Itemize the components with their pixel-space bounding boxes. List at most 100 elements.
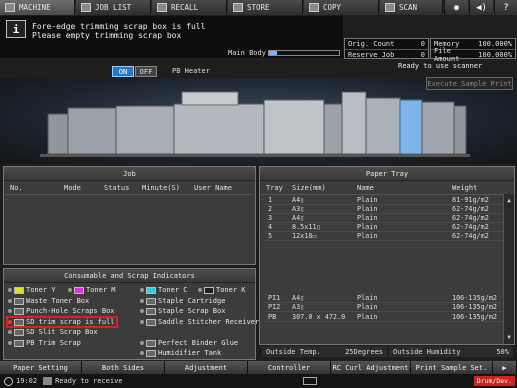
tray-cell-size: A3▯	[292, 205, 305, 213]
consumables-panel: Consumable and Scrap Indicators Toner Y …	[3, 268, 259, 360]
indicator-label: Toner K	[216, 286, 246, 294]
adjustment-button[interactable]: Adjustment	[165, 361, 248, 374]
tab-job-list[interactable]: JOB LIST	[76, 0, 151, 15]
tray-cell-weight: 81-91g/m2	[452, 196, 489, 204]
tab-label: JOB LIST	[95, 3, 132, 12]
machine-icon	[5, 3, 15, 12]
tray-cell-name: Plain	[357, 205, 378, 213]
tray-cell-name: Plain	[357, 232, 378, 240]
tray-cell-tray: 5	[268, 232, 273, 240]
volume-icon[interactable]: ◀)	[469, 0, 493, 15]
box-icon	[14, 297, 24, 305]
paper-tray-panel: Paper Tray Tray Size(mm) Name Weight 1 A4…	[259, 166, 515, 345]
tray-cell-tray: PI2	[268, 303, 281, 311]
tab-copy[interactable]: COPY	[304, 0, 379, 15]
indicator-label: Punch-Hole Scraps Box	[26, 307, 115, 315]
next-arrow-icon[interactable]: ▶	[493, 361, 517, 374]
drum-dev-badge[interactable]: Drum/Dev.	[473, 376, 515, 386]
paper-setting-button[interactable]: Paper Setting	[0, 361, 82, 374]
scroll-down-icon[interactable]: ▼	[505, 333, 513, 341]
job-col-no: No.	[10, 184, 23, 192]
print-sample-set-button[interactable]: Print Sample Set.	[411, 361, 493, 374]
memory-value: 100.000%	[478, 40, 512, 48]
indicator-label: Waste Toner Box	[26, 297, 90, 305]
toner-icon	[146, 286, 156, 294]
tray-cell-name: Plain	[357, 223, 378, 231]
glue-icon	[146, 339, 156, 347]
bottom-button-bar: Paper Setting Both Sides Adjustment Cont…	[0, 361, 517, 374]
tab-recall[interactable]: RECALL	[152, 0, 227, 15]
globe-icon[interactable]: ◉	[444, 0, 468, 15]
tray-cell-size: A4▯	[292, 196, 305, 204]
tab-label: SCAN	[399, 3, 418, 12]
clock-time: 19:02	[16, 377, 38, 385]
status-dot	[140, 351, 144, 355]
job-list-icon	[81, 3, 91, 12]
status-dot	[8, 309, 12, 313]
file-amount-row: File Amount 100.000%	[431, 47, 515, 63]
staple-icon	[146, 297, 156, 305]
pb-heater-on-button[interactable]: ON	[112, 66, 134, 77]
tab-machine[interactable]: MACHINE	[0, 0, 75, 15]
tray-scrollbar[interactable]: ▲ ▼	[503, 194, 514, 344]
tray-cell-weight: 62-74g/m2	[452, 205, 489, 213]
tab-label: MACHINE	[19, 3, 51, 12]
indicator-label: Staple Cartridge	[158, 297, 226, 305]
tray-cell-weight: 62-74g/m2	[452, 214, 489, 222]
tray-cell-name: Plain	[357, 294, 378, 302]
toner-icon	[204, 286, 214, 294]
help-icon[interactable]: ?	[494, 0, 517, 15]
indicator-waste-toner-box: Waste Toner Box	[8, 297, 89, 305]
table-row[interactable]: 2 A3▯ Plain 62-74g/m2	[262, 205, 502, 214]
indicator-staple-cartridge: Staple Cartridge	[140, 297, 225, 305]
both-sides-button[interactable]: Both Sides	[82, 361, 165, 374]
printer-icon	[43, 377, 53, 385]
counter-table-left: Orig. Count 0 Reserve Job 0	[344, 38, 429, 59]
table-row[interactable]: PI1 A4▯ Plain 106-135g/m2	[262, 294, 502, 303]
toner-icon	[14, 286, 24, 294]
tray-cell-size: A4▯	[292, 294, 305, 302]
consumables-panel-title: Consumable and Scrap Indicators	[4, 269, 255, 283]
job-col-status: Status	[104, 184, 130, 192]
recall-icon	[157, 3, 167, 12]
table-row[interactable]: 4 8.5x11▯ Plain 62-74g/m2	[262, 223, 502, 232]
tray-cell-tray: 4	[268, 223, 273, 231]
table-row[interactable]: 3 A4▯ Plain 62-74g/m2	[262, 214, 502, 223]
indicator-toner-y: Toner Y	[8, 286, 56, 294]
tab-scan[interactable]: SCAN	[380, 0, 443, 15]
keyboard-icon[interactable]	[302, 377, 317, 385]
indicator-label: Perfect Binder Glue	[158, 339, 239, 347]
tab-store[interactable]: STORE	[228, 0, 303, 15]
tray-cell-size: 307.0 x 472.0	[292, 313, 346, 321]
indicator-label: PB Trim Scrap	[26, 339, 81, 347]
main-body-gauge	[268, 50, 340, 56]
table-row[interactable]: 1 A4▯ Plain 81-91g/m2	[262, 196, 502, 205]
toner-icon	[74, 286, 84, 294]
tray-cell-weight: 106-135g/m2	[452, 303, 498, 311]
status-dot	[8, 341, 12, 345]
rc-curl-adjustment-button[interactable]: RC Curl Adjustment	[331, 361, 411, 374]
machine-status-text: Ready to use scanner	[398, 62, 483, 70]
controller-button[interactable]: Controller	[248, 361, 331, 374]
execute-sample-print-button[interactable]: Execute Sample Print	[426, 77, 513, 90]
tab-label: STORE	[247, 3, 270, 12]
indicator-sd-slit-scrap-box: SD Slit Scrap Box	[8, 328, 98, 336]
pb-heater-off-button[interactable]: OFF	[135, 66, 157, 77]
orig-count-value: 0	[420, 40, 425, 48]
receive-status: Ready to receive	[55, 377, 123, 385]
file-amount-label: File Amount	[434, 46, 460, 63]
reserve-job-row: Reserve Job 0	[345, 49, 428, 59]
punch-icon	[14, 307, 24, 315]
table-row[interactable]: PB 307.0 x 472.0 Plain 106-135g/m2	[262, 313, 502, 322]
tray-cell-name: Plain	[357, 196, 378, 204]
tray-cell-weight: 106-135g/m2	[452, 313, 498, 321]
table-row[interactable]: 5 12x18▭ Plain 62-74g/m2	[262, 232, 502, 241]
outside-humidity: Outside Humidity 50%	[389, 346, 513, 357]
tab-label: RECALL	[171, 3, 199, 12]
job-panel: Job No. Mode Status Minute(S) User Name	[3, 166, 256, 265]
status-dot	[140, 341, 144, 345]
tab-label: COPY	[323, 3, 342, 12]
status-dot	[8, 330, 12, 334]
table-row[interactable]: PI2 A3▯ Plain 106-135g/m2	[262, 303, 502, 312]
scroll-up-icon[interactable]: ▲	[505, 196, 513, 204]
